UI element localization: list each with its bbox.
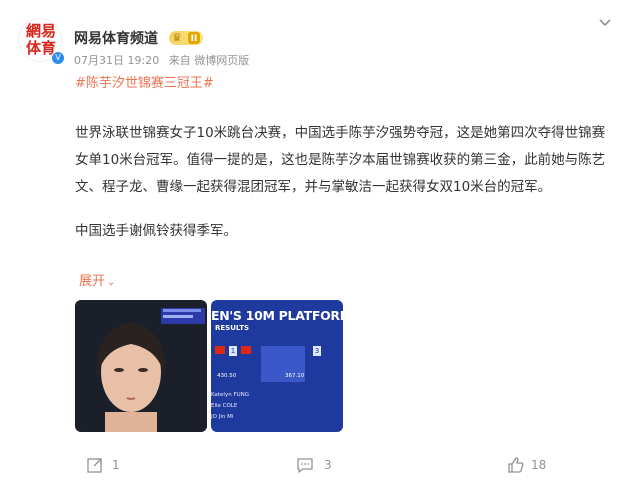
chevron-down-icon: ⌄ [107, 277, 116, 288]
thumbs-up-icon [508, 457, 524, 473]
member-level-badge[interactable]: ♛ II [169, 31, 203, 45]
result-name: Elle COLE [211, 403, 238, 409]
result-name: Katelyn FUNG [211, 392, 250, 398]
like-button[interactable]: 18 [507, 456, 567, 474]
post-meta: 07月31日 19:20 来自 微博网页版 [74, 52, 255, 68]
like-count: 18 [531, 458, 547, 472]
post-date[interactable]: 07月31日 19:20 [74, 54, 159, 67]
broadcast-overlay [161, 308, 205, 324]
crown-icon: ♛ [172, 31, 182, 44]
score-2: 367.10 [285, 373, 305, 379]
post-body-second-paragraph: 中国选手谢佩铃获得季军。 [75, 223, 237, 239]
author-name[interactable]: 网易体育频道 [74, 28, 158, 48]
more-options-chevron-icon[interactable] [598, 16, 612, 30]
post-image-athlete[interactable] [75, 300, 207, 432]
result-name: JO Jin Mi [211, 414, 234, 420]
score-1: 430.50 [217, 373, 237, 379]
rank-1: 1 [229, 346, 237, 356]
post-image-results[interactable]: EN'S 10M PLATFORM RESULTS 1 3 430.50 367… [211, 300, 343, 432]
comment-icon [297, 458, 313, 474]
results-podium-row: 1 3 430.50 367.10 [211, 336, 343, 382]
china-flag-icon [241, 346, 251, 354]
expand-label: 展开 [79, 274, 106, 289]
post-body: 世界泳联世锦赛女子10米跳台决赛，中国选手陈芋汐强势夺冠，这是她第四次夺得世锦赛… [75, 125, 606, 195]
weibo-post-card: 網易 体育 V 网易体育频道 ♛ II 07月31日 19:20 来自 微博网页… [0, 0, 628, 487]
forward-button[interactable]: 1 [86, 456, 146, 474]
athlete-photo-illustration [96, 322, 166, 432]
level-number: II [188, 32, 200, 44]
results-name-list: Katelyn FUNG Elle COLE JO Jin Mi [211, 390, 249, 423]
expand-button[interactable]: 展开 ⌄ [79, 270, 115, 289]
action-bar: 1 3 18 [0, 450, 628, 480]
post-source: 来自 微博网页版 [168, 54, 250, 67]
avatar-text-top: 網易 [25, 22, 56, 40]
china-flag-icon [215, 346, 225, 354]
results-banner: EN'S 10M PLATFORM [211, 308, 343, 323]
results-subtitle: RESULTS [215, 324, 250, 332]
comment-count: 3 [324, 458, 332, 472]
forward-count: 1 [112, 458, 120, 472]
comment-button[interactable]: 3 [296, 456, 356, 474]
verified-badge-icon: V [51, 51, 65, 65]
forward-icon [87, 458, 102, 473]
topic-hashtag-link[interactable]: #陈芋汐世锦赛三冠王# [75, 72, 214, 91]
rank-3: 3 [313, 346, 321, 356]
